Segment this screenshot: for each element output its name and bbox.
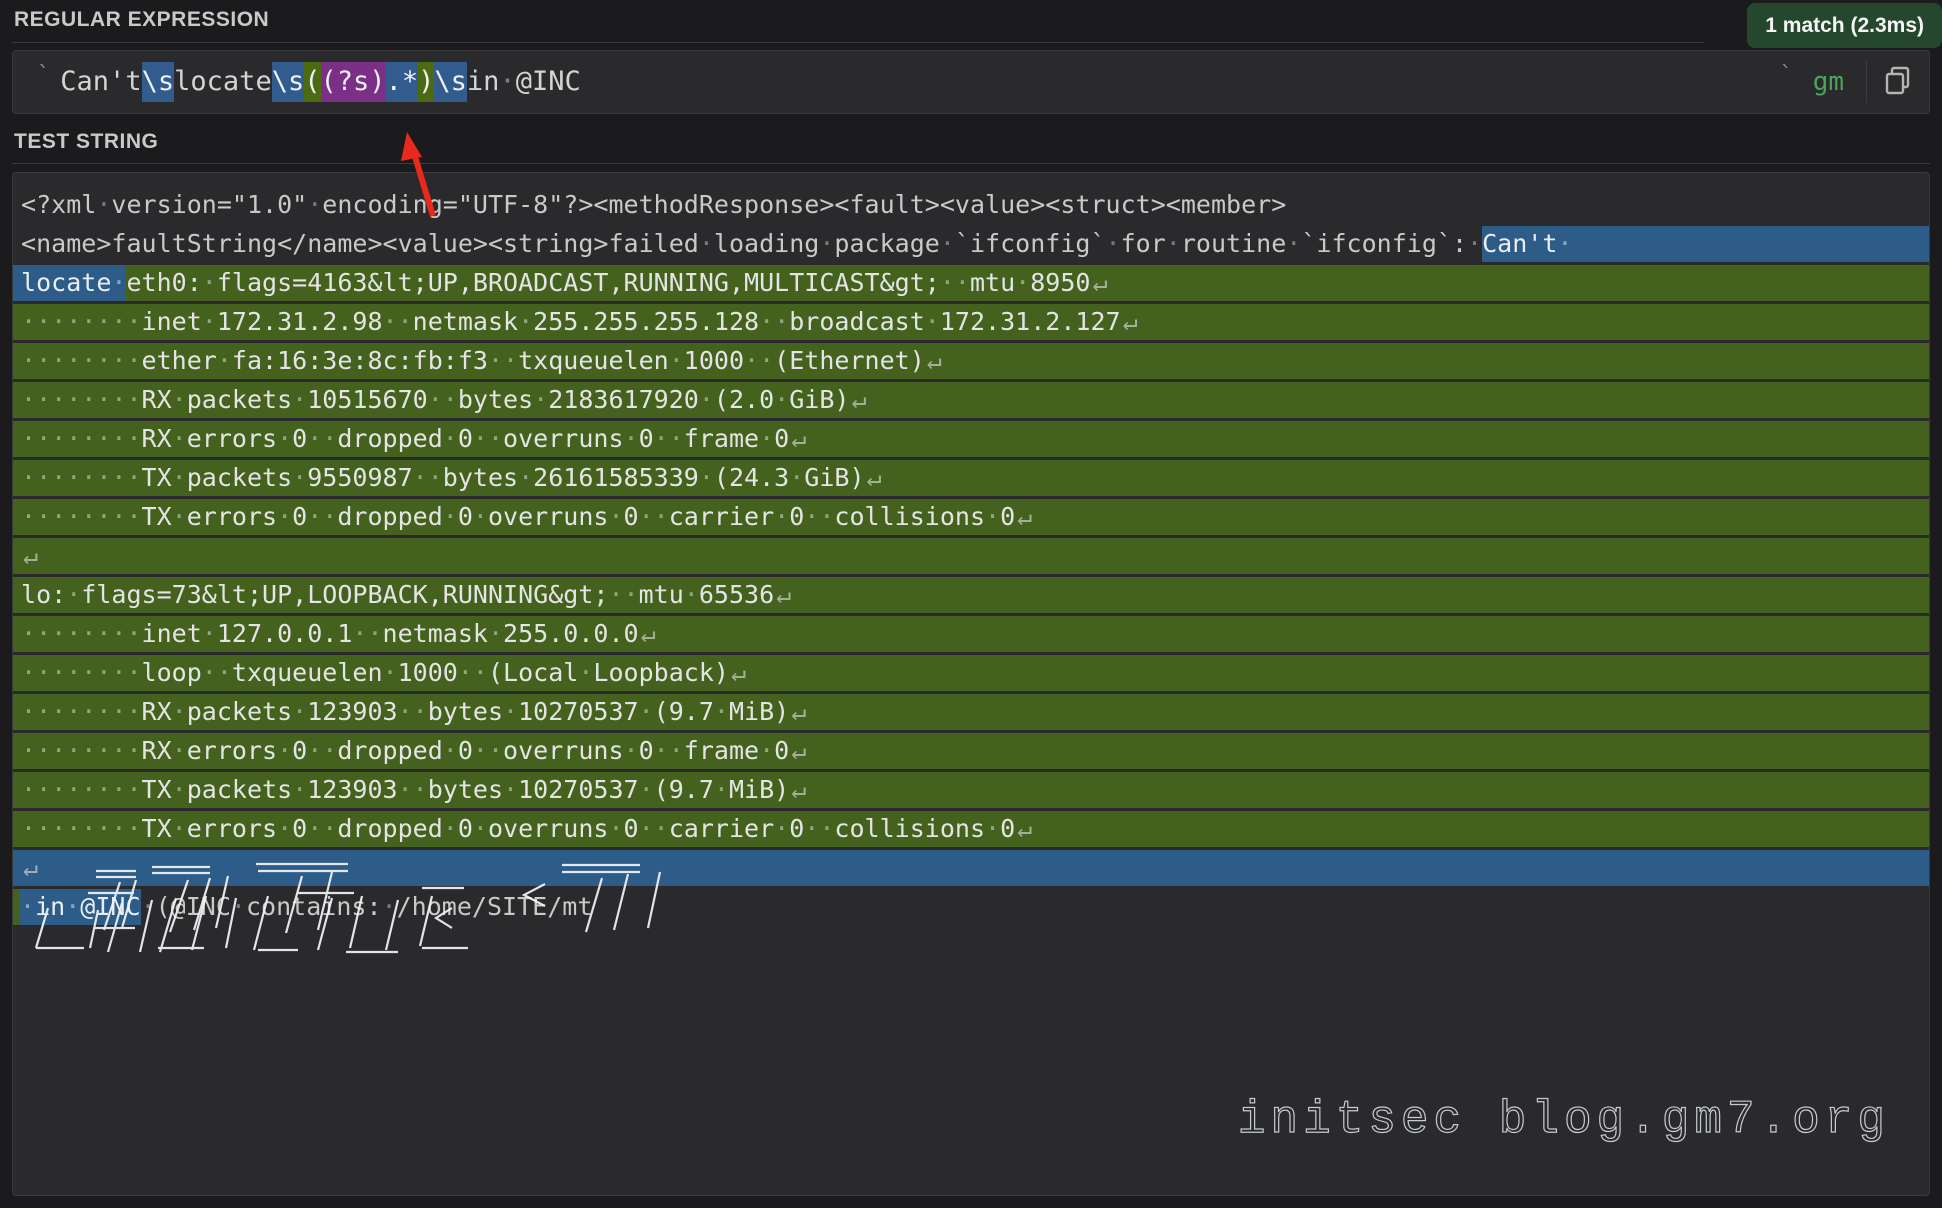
test-line: ·in·@INC·(@INC·contains:·/home/SITE/mt xyxy=(13,889,1929,925)
test-line: ········TX·errors·0··dropped·0·overruns·… xyxy=(13,499,1929,535)
test-line: ↵ xyxy=(13,850,1929,886)
test-line: ········TX·packets·9550987··bytes·261615… xyxy=(13,460,1929,496)
regex-token: ) xyxy=(418,62,434,102)
test-line: <name>faultString</name><value><string>f… xyxy=(13,226,1929,262)
regex-token: \s xyxy=(272,62,305,102)
regular-expression-label: REGULAR EXPRESSION xyxy=(14,8,269,32)
test-line: ↵ xyxy=(13,538,1929,574)
test-text: ········loop··txqueuelen·1000··(Local·Lo… xyxy=(21,655,729,691)
test-line: ········TX·packets·123903··bytes·1027053… xyxy=(13,772,1929,808)
regex-close-delimiter: ` xyxy=(1779,63,1792,88)
test-string-lines: <?xml·version="1.0"·encoding="UTF-8"?><m… xyxy=(13,187,1929,925)
test-string-divider xyxy=(12,163,1930,164)
match-highlight: Can't· xyxy=(1482,226,1572,262)
test-line: ········inet·172.31.2.98··netmask·255.25… xyxy=(13,304,1929,340)
newline-symbol: ↵ xyxy=(23,850,38,886)
test-text: ········TX·errors·0··dropped·0·overruns·… xyxy=(21,811,1015,847)
test-text: eth0:·flags=4163&lt;UP,BROADCAST,RUNNING… xyxy=(126,265,1090,301)
header-divider xyxy=(12,42,1704,43)
test-line: ········ether·fa:16:3e:8c:fb:f3··txqueue… xyxy=(13,343,1929,379)
test-line: ········TX·errors·0··dropped·0·overruns·… xyxy=(13,811,1929,847)
site-watermark: initsec blog.gm7.org xyxy=(1238,1094,1890,1146)
test-text: ········RX·errors·0··dropped·0··overruns… xyxy=(21,421,789,457)
newline-symbol: ↵ xyxy=(1092,265,1107,301)
newline-symbol: ↵ xyxy=(641,616,656,652)
newline-symbol: ↵ xyxy=(791,733,806,769)
test-string-label: TEST STRING xyxy=(14,130,158,154)
newline-symbol: ↵ xyxy=(731,655,746,691)
test-text: ········TX·packets·9550987··bytes·261615… xyxy=(21,460,865,496)
match-highlight: locate· xyxy=(13,265,126,301)
test-text: ·(@INC·contains:·/home/SITE/mt xyxy=(141,889,593,925)
newline-symbol: ↵ xyxy=(791,772,806,808)
newline-symbol: ↵ xyxy=(791,694,806,730)
regex-token: locate xyxy=(174,62,272,102)
regex-token: \s xyxy=(142,62,175,102)
newline-symbol: ↵ xyxy=(867,460,882,496)
newline-symbol: ↵ xyxy=(23,538,38,574)
newline-symbol: ↵ xyxy=(927,343,942,379)
test-line: lo:·flags=73&lt;UP,LOOPBACK,RUNNING&gt;·… xyxy=(13,577,1929,613)
test-text: <name>faultString</name><value><string>f… xyxy=(21,226,1482,262)
newline-symbol: ↵ xyxy=(1123,304,1138,340)
regex-token: ( xyxy=(304,62,320,102)
test-line: locate·eth0:·flags=4163&lt;UP,BROADCAST,… xyxy=(13,265,1929,301)
match-highlight: ·in·@INC xyxy=(20,889,141,925)
test-line: ········RX·errors·0··dropped·0··overruns… xyxy=(13,733,1929,769)
test-text: ········TX·errors·0··dropped·0·overruns·… xyxy=(21,499,1015,535)
test-line: ········RX·packets·10515670··bytes·21836… xyxy=(13,382,1929,418)
regex-pattern: Can't\slocate\s((?s).*)\sin·@INC xyxy=(60,62,581,102)
newline-symbol: ↵ xyxy=(1017,811,1032,847)
regex-token: in·@INC xyxy=(467,62,581,102)
test-text: ········RX·packets·123903··bytes·1027053… xyxy=(21,694,789,730)
regex-token: Can't xyxy=(60,62,141,102)
match-count-badge: 1 match (2.3ms) xyxy=(1747,3,1942,48)
test-line: ········loop··txqueuelen·1000··(Local·Lo… xyxy=(13,655,1929,691)
test-text: ········RX·packets·10515670··bytes·21836… xyxy=(21,382,849,418)
newline-symbol: ↵ xyxy=(791,421,806,457)
test-text: ········TX·packets·123903··bytes·1027053… xyxy=(21,772,789,808)
test-text: lo:·flags=73&lt;UP,LOOPBACK,RUNNING&gt;·… xyxy=(21,577,774,613)
copy-icon xyxy=(1883,65,1913,100)
copy-regex-button[interactable] xyxy=(1867,52,1929,112)
regex-flags-button[interactable]: gm xyxy=(1813,67,1844,97)
test-text: <?xml·version="1.0"·encoding="UTF-8"?><m… xyxy=(21,187,1286,223)
newline-symbol: ↵ xyxy=(776,577,791,613)
regex-open-delimiter: ` xyxy=(37,63,50,88)
test-line: ········RX·packets·123903··bytes·1027053… xyxy=(13,694,1929,730)
regex-token: (?s) xyxy=(321,62,386,102)
test-line: <?xml·version="1.0"·encoding="UTF-8"?><m… xyxy=(13,187,1929,223)
test-text: ········inet·127.0.0.1··netmask·255.0.0.… xyxy=(21,616,639,652)
highlight-fill xyxy=(1572,226,1929,262)
newline-symbol: ↵ xyxy=(1017,499,1032,535)
test-line: ········RX·errors·0··dropped·0··overruns… xyxy=(13,421,1929,457)
regex-token: \s xyxy=(434,62,467,102)
group-highlight xyxy=(13,889,20,925)
regex-token: .* xyxy=(386,62,419,102)
test-string-editor[interactable]: <?xml·version="1.0"·encoding="UTF-8"?><m… xyxy=(12,172,1930,1196)
test-text: ········inet·172.31.2.98··netmask·255.25… xyxy=(21,304,1121,340)
test-line: ········inet·127.0.0.1··netmask·255.0.0.… xyxy=(13,616,1929,652)
newline-symbol: ↵ xyxy=(851,382,866,418)
regex-input[interactable]: ` Can't\slocate\s((?s).*)\sin·@INC ` gm xyxy=(12,50,1930,114)
test-text: ········RX·errors·0··dropped·0··overruns… xyxy=(21,733,789,769)
test-text: ········ether·fa:16:3e:8c:fb:f3··txqueue… xyxy=(21,343,925,379)
